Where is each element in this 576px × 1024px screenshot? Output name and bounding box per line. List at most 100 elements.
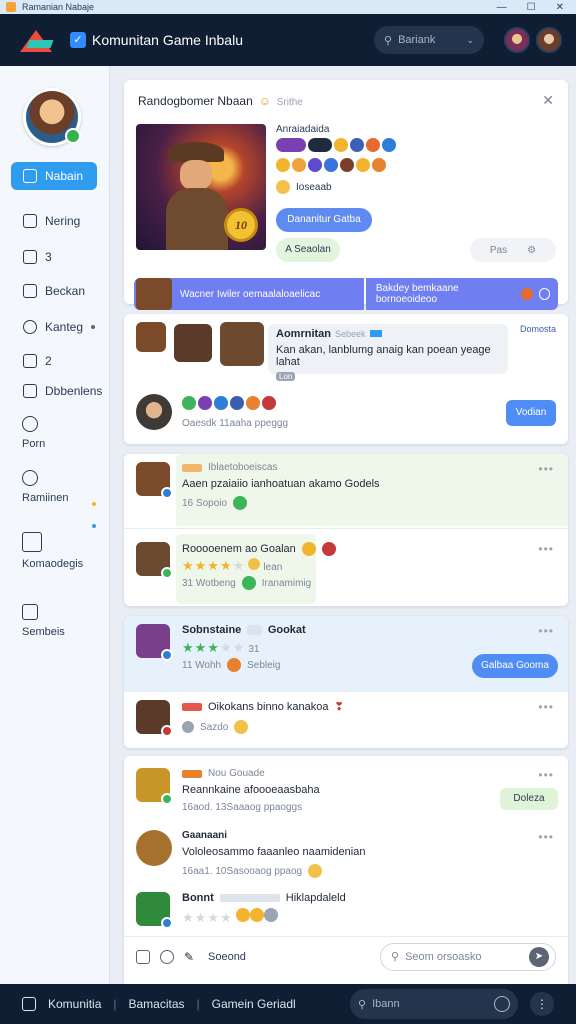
status-badge[interactable]: Doleza	[500, 788, 558, 810]
friend-avatar[interactable]	[504, 27, 530, 53]
settings-icon[interactable]	[494, 996, 510, 1012]
sidebar-item-label: 2	[45, 354, 52, 368]
divider	[124, 528, 568, 529]
bottom-search[interactable]: ⚲ Ibann	[350, 989, 518, 1019]
more-icon[interactable]: •••	[538, 768, 554, 782]
search-icon: ⚲	[384, 34, 393, 47]
promo-options-pill[interactable]: Pas ⚙	[470, 238, 556, 262]
document-icon	[23, 384, 37, 398]
separator: |	[113, 997, 117, 1011]
sidebar-item-porn[interactable]: Porn	[22, 416, 45, 450]
sidebar-item-nering[interactable]: Nering	[11, 208, 97, 234]
close-icon[interactable]: ✕	[542, 92, 554, 109]
sidebar-item-beckan[interactable]: Beckan	[11, 278, 97, 304]
send-icon[interactable]: ➤	[529, 946, 549, 967]
list-item[interactable]: Bonnt Hiklapdaleld ★★★★	[124, 884, 568, 940]
list-item[interactable]: Rooooenem ao Goalan ★★★★★ lean 31 Wotben…	[124, 534, 568, 606]
list-item[interactable]: Iblaetoboeiscas Aaen pzaiaiio ianhoatuan…	[124, 454, 568, 526]
post-stats: 16 Sopoio	[182, 496, 248, 510]
post-stats: 11 Wohh Sebleig	[182, 658, 281, 672]
list-item[interactable]: Nou Gouade Reannkaine afoooeaasbaha 16ao…	[124, 760, 568, 816]
view-button[interactable]: Vodian	[506, 400, 556, 426]
primary-button[interactable]: Dananitur Gatba	[276, 208, 372, 232]
post-title: Bonnt Hiklapdaleld	[182, 892, 346, 904]
avatar[interactable]	[174, 324, 212, 362]
profile-avatar[interactable]	[23, 88, 81, 146]
more-icon[interactable]: •••	[538, 624, 554, 638]
avatar[interactable]	[220, 322, 264, 366]
sidebar-item-dbbenlens[interactable]: Dbbenlens	[11, 378, 102, 404]
house-icon	[23, 354, 37, 368]
message-input[interactable]: ⚲ Seom orsoasko ➤	[380, 942, 556, 971]
avatar	[136, 830, 172, 866]
notification-dot	[91, 325, 95, 329]
announcement-link[interactable]: Domosta	[520, 324, 556, 334]
announcement-card: Aomrnitan Sebeek Kan akan, lanblumg anaig…	[124, 314, 568, 444]
sidebar-item-label: Komaodegis	[22, 558, 84, 570]
minimize-icon[interactable]: —	[497, 2, 507, 13]
more-icon[interactable]: •••	[538, 542, 554, 556]
chat-icon[interactable]	[160, 949, 174, 964]
input-placeholder: Seom orsoasko	[405, 950, 482, 963]
bottom-item-komunitia[interactable]: Komunitia	[48, 997, 101, 1011]
sidebar-item-ramiinen[interactable]: Ramiinen	[22, 470, 68, 504]
announcement-chip: Lon	[276, 372, 296, 381]
post-meta: Iblaetoboeiscas	[182, 462, 278, 473]
emoji-icon[interactable]: ✎	[184, 950, 198, 964]
more-icon[interactable]: •••	[538, 700, 554, 714]
heart-icon	[22, 416, 38, 432]
gear-icon	[23, 320, 37, 334]
sidebar-item-sembeis[interactable]: Sembeis	[22, 604, 65, 638]
more-icon[interactable]: •••	[538, 462, 554, 476]
maximize-icon[interactable]: ☐	[527, 2, 536, 13]
sidebar: Nabain Nering 3 Beckan Kanteg 2 Dbbenlen…	[0, 66, 110, 984]
feed-card: Iblaetoboeiscas Aaen pzaiaiio ianhoatuan…	[124, 454, 568, 606]
user-avatar[interactable]	[536, 27, 562, 53]
avatar	[136, 542, 173, 579]
star-rating: ★★★★★	[182, 640, 246, 655]
settings-icon[interactable]	[538, 288, 550, 300]
list-item[interactable]: Gaanaani Vololeosammo faaanleo naamideni…	[124, 822, 568, 878]
promo-card: Randogbomer Nbaan ☺ Srithe ✕ 10 Anraiadaid…	[124, 80, 568, 310]
target-icon	[521, 288, 533, 300]
sidebar-item-home[interactable]: Nabain	[11, 162, 97, 190]
window-title: Ramanian Nabaje	[22, 2, 95, 12]
post-meta: Nou Gouade	[182, 768, 265, 779]
more-icon[interactable]: ⋮	[530, 992, 554, 1016]
home-icon[interactable]	[22, 997, 36, 1011]
inbox-icon	[23, 284, 37, 298]
online-badge	[65, 128, 81, 144]
notification-dot	[92, 524, 96, 528]
sidebar-item-houses[interactable]: 2	[11, 348, 97, 374]
avatar[interactable]	[136, 322, 166, 352]
header-search[interactable]: ⚲ Bariank ⌄	[374, 26, 484, 54]
bottom-item-bamacitas[interactable]: Bamacitas	[129, 997, 185, 1011]
star-rating: ★★★★★	[182, 558, 246, 573]
game-art-image[interactable]: 10	[136, 124, 266, 250]
sidebar-item-label: Sembeis	[22, 626, 65, 638]
avatar[interactable]	[136, 394, 172, 430]
sidebar-item-komaodegis[interactable]: Komaodegis	[22, 532, 83, 570]
secondary-button[interactable]: A Seaolan	[276, 238, 340, 262]
promo-badge: Ioseaab	[276, 180, 332, 194]
sidebar-item-groups[interactable]: 3	[11, 244, 97, 270]
list-item[interactable]: Oikokans binno kanakoa ❣ Sazdo •••	[124, 692, 568, 748]
promo-banner-strip[interactable]: Wacner Iwiler oemaalaloaelicac Bakdey be…	[134, 278, 558, 310]
more-icon[interactable]: •••	[538, 830, 554, 844]
avatar	[136, 700, 173, 737]
app-logo[interactable]	[20, 26, 54, 54]
banner-right[interactable]: Bakdey bemkaane bornoeoideoo	[365, 278, 558, 310]
post-stats: 31 Wotbeng Iranamimig	[182, 576, 312, 590]
sidebar-item-kanteg[interactable]: Kanteg	[11, 314, 97, 340]
page-title: Komunitan Game Inbalu	[92, 32, 243, 48]
list-item[interactable]: Sobnstaine Gookat ★★★★★ 31 11 Wohh Seblei…	[124, 616, 568, 688]
avatar	[136, 624, 173, 661]
promo-label: Anraiadaida	[276, 124, 330, 135]
attach-icon[interactable]	[136, 949, 150, 964]
sidebar-item-label: Kanteg	[45, 320, 84, 334]
action-button[interactable]: Galbaa Gooma	[472, 654, 558, 678]
bottom-item-gamein[interactable]: Gamein Geriadl	[212, 997, 296, 1011]
banner-left[interactable]: Wacner Iwiler oemaalaloaelicac	[134, 278, 364, 310]
star-rating: ★★★★	[182, 910, 233, 925]
close-icon[interactable]: ✕	[556, 2, 564, 13]
